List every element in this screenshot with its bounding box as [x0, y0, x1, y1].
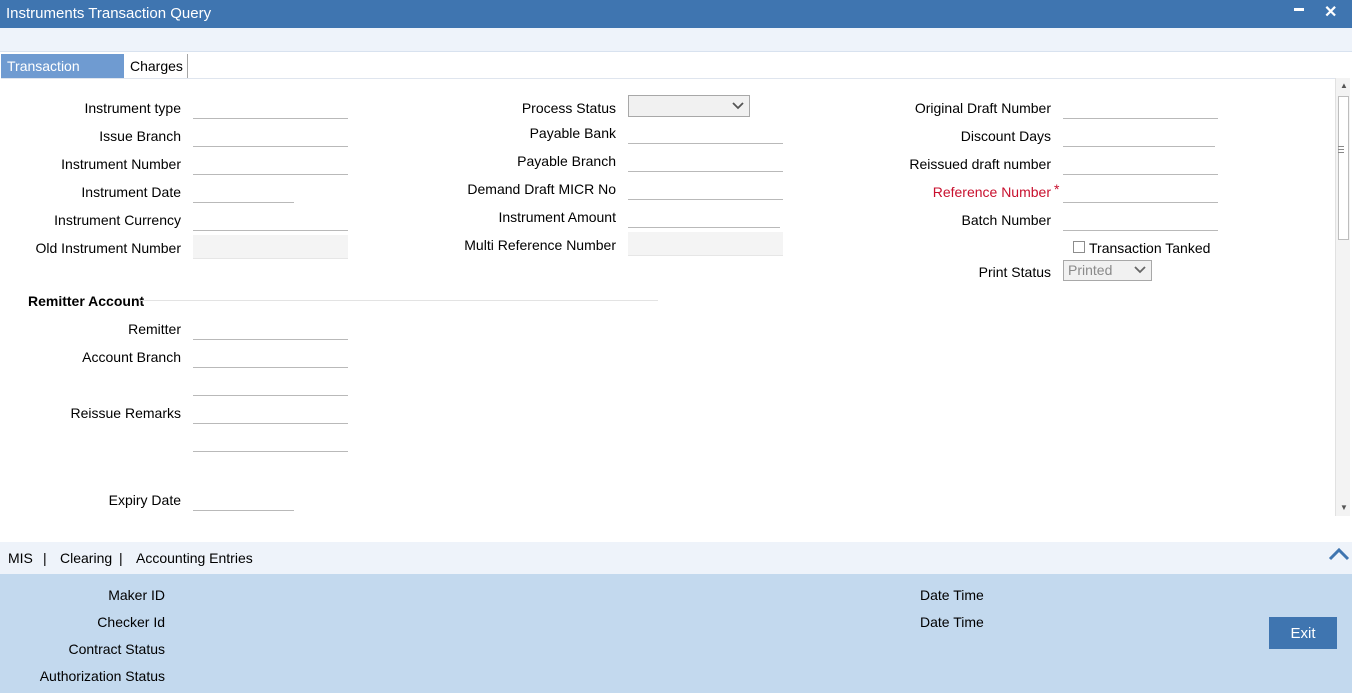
reference-number-field[interactable]	[1063, 179, 1218, 203]
batch-number-field[interactable]	[1063, 207, 1218, 231]
chevron-down-icon	[1134, 266, 1146, 274]
toolbar-band	[0, 28, 1352, 52]
payable-branch-label: Payable Branch	[517, 153, 616, 169]
minimize-icon[interactable]: ▬	[1294, 3, 1304, 14]
maker-id-label: Maker ID	[108, 587, 165, 603]
authorization-status-label: Authorization Status	[39, 668, 165, 684]
vertical-scrollbar[interactable]: ▲ ▼	[1335, 78, 1350, 516]
instrument-currency-label: Instrument Currency	[54, 212, 181, 228]
audit-panel: Maker ID Checker Id Contract Status Auth…	[0, 574, 1352, 693]
checker-date-time-label: Date Time	[920, 614, 984, 630]
transaction-tanked-checkbox[interactable]	[1073, 241, 1085, 253]
tab-transaction-details[interactable]: Transaction Details	[1, 54, 124, 98]
batch-number-label: Batch Number	[961, 212, 1051, 228]
reissue-remarks-field-2[interactable]	[193, 428, 348, 452]
required-marker: *	[1054, 181, 1060, 197]
scroll-down-icon[interactable]: ▼	[1340, 503, 1348, 512]
payable-bank-field[interactable]	[628, 120, 783, 144]
instrument-number-field[interactable]	[193, 151, 348, 175]
remitter-field[interactable]	[193, 316, 348, 340]
window-titlebar: Instruments Transaction Query ▬ ✕	[0, 0, 1352, 28]
transaction-tanked-label: Transaction Tanked	[1089, 240, 1211, 256]
instrument-currency-field[interactable]	[193, 207, 348, 231]
close-icon[interactable]: ✕	[1324, 2, 1337, 22]
checker-id-label: Checker Id	[97, 614, 165, 630]
print-status-value: Printed	[1068, 262, 1113, 278]
mis-link[interactable]: MIS	[8, 550, 33, 566]
instrument-amount-label: Instrument Amount	[498, 209, 616, 225]
print-status-select[interactable]: Printed	[1063, 260, 1152, 281]
original-draft-number-label: Original Draft Number	[914, 100, 1051, 116]
contract-status-label: Contract Status	[68, 641, 166, 657]
reissued-draft-number-label: Reissued draft number	[909, 156, 1051, 172]
transaction-details-panel: Instrument type Issue Branch Instrument …	[1, 78, 1335, 540]
clearing-link[interactable]: Clearing	[60, 550, 112, 566]
original-draft-number-field[interactable]	[1063, 95, 1218, 119]
separator: |	[119, 550, 123, 566]
discount-days-field[interactable]	[1063, 123, 1215, 147]
discount-days-label: Discount Days	[960, 128, 1051, 144]
demand-draft-micr-field[interactable]	[628, 176, 783, 200]
section-divider	[141, 300, 658, 301]
remitter-account-heading: Remitter Account	[28, 293, 145, 309]
multi-reference-number-label: Multi Reference Number	[464, 237, 616, 253]
demand-draft-micr-label: Demand Draft MICR No	[467, 181, 616, 197]
tab-charges[interactable]: Charges	[124, 54, 188, 78]
subsystem-bar: MIS | Clearing | Accounting Entries	[0, 542, 1352, 574]
scrollbar-thumb[interactable]	[1338, 96, 1349, 240]
print-status-label: Print Status	[978, 264, 1051, 280]
old-instrument-number-field	[193, 235, 348, 259]
process-status-select[interactable]	[628, 95, 750, 117]
reissue-remarks-label: Reissue Remarks	[70, 405, 181, 421]
payable-bank-label: Payable Bank	[529, 125, 616, 141]
reissued-draft-number-field[interactable]	[1063, 151, 1218, 175]
old-instrument-number-label: Old Instrument Number	[35, 240, 182, 256]
issue-branch-label: Issue Branch	[99, 128, 181, 144]
exit-button[interactable]: Exit	[1269, 617, 1337, 649]
remitter-label: Remitter	[128, 321, 181, 337]
separator: |	[43, 550, 47, 566]
accounting-entries-link[interactable]: Accounting Entries	[136, 550, 253, 566]
multi-reference-number-field	[628, 232, 783, 256]
instrument-type-label: Instrument type	[84, 100, 182, 116]
instrument-number-label: Instrument Number	[61, 156, 181, 172]
grip-icon	[1338, 146, 1344, 147]
reissue-remarks-field[interactable]	[193, 400, 348, 424]
chevron-down-icon	[732, 102, 744, 110]
payable-branch-field[interactable]	[628, 148, 783, 172]
account-branch-field[interactable]	[193, 344, 348, 368]
maker-date-time-label: Date Time	[920, 587, 984, 603]
process-status-label: Process Status	[521, 100, 616, 116]
instrument-date-label: Instrument Date	[81, 184, 181, 200]
collapse-up-icon[interactable]	[1327, 546, 1351, 562]
account-branch-label: Account Branch	[82, 349, 181, 365]
instrument-date-field[interactable]	[193, 179, 294, 203]
window-title: Instruments Transaction Query	[6, 5, 212, 22]
expiry-date-field[interactable]	[193, 487, 294, 511]
instrument-amount-field[interactable]	[628, 204, 780, 228]
reference-number-label: Reference Number	[932, 184, 1051, 200]
scroll-up-icon[interactable]: ▲	[1340, 81, 1348, 90]
issue-branch-field[interactable]	[193, 123, 348, 147]
expiry-date-label: Expiry Date	[108, 492, 181, 508]
instrument-type-field[interactable]	[193, 95, 348, 119]
account-branch-description-field[interactable]	[193, 372, 348, 396]
